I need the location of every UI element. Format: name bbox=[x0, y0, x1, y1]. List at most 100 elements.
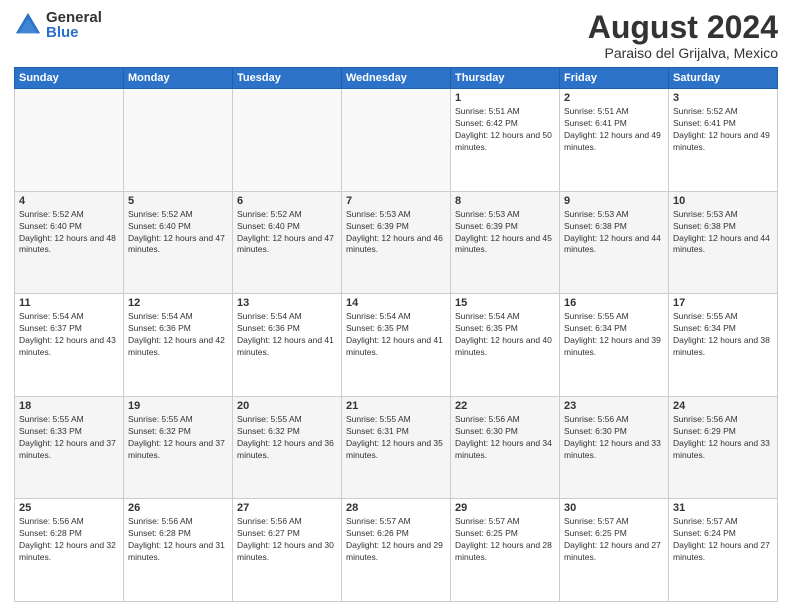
sunset-text: Sunset: 6:28 PM bbox=[128, 528, 228, 540]
sunset-text: Sunset: 6:34 PM bbox=[673, 323, 773, 335]
week-row-3: 11Sunrise: 5:54 AMSunset: 6:37 PMDayligh… bbox=[15, 294, 778, 397]
sunrise-text: Sunrise: 5:54 AM bbox=[19, 311, 119, 323]
daylight-text: Daylight: 12 hours and 37 minutes. bbox=[128, 438, 228, 462]
cell-4-4: 29Sunrise: 5:57 AMSunset: 6:25 PMDayligh… bbox=[451, 499, 560, 602]
cell-2-6: 17Sunrise: 5:55 AMSunset: 6:34 PMDayligh… bbox=[669, 294, 778, 397]
sunset-text: Sunset: 6:39 PM bbox=[346, 221, 446, 233]
day-info: Sunrise: 5:52 AMSunset: 6:40 PMDaylight:… bbox=[237, 209, 337, 257]
sunset-text: Sunset: 6:36 PM bbox=[237, 323, 337, 335]
sunrise-text: Sunrise: 5:57 AM bbox=[455, 516, 555, 528]
day-number: 24 bbox=[673, 400, 773, 412]
calendar-header: Sunday Monday Tuesday Wednesday Thursday… bbox=[15, 68, 778, 89]
calendar: Sunday Monday Tuesday Wednesday Thursday… bbox=[14, 67, 778, 602]
daylight-text: Daylight: 12 hours and 50 minutes. bbox=[455, 130, 555, 154]
sunrise-text: Sunrise: 5:55 AM bbox=[128, 414, 228, 426]
day-info: Sunrise: 5:55 AMSunset: 6:33 PMDaylight:… bbox=[19, 414, 119, 462]
cell-1-4: 8Sunrise: 5:53 AMSunset: 6:39 PMDaylight… bbox=[451, 191, 560, 294]
cell-0-6: 3Sunrise: 5:52 AMSunset: 6:41 PMDaylight… bbox=[669, 89, 778, 192]
day-info: Sunrise: 5:51 AMSunset: 6:42 PMDaylight:… bbox=[455, 106, 555, 154]
col-sunday: Sunday bbox=[15, 68, 124, 89]
daylight-text: Daylight: 12 hours and 38 minutes. bbox=[673, 335, 773, 359]
sunrise-text: Sunrise: 5:51 AM bbox=[564, 106, 664, 118]
day-number: 19 bbox=[128, 400, 228, 412]
day-info: Sunrise: 5:56 AMSunset: 6:30 PMDaylight:… bbox=[564, 414, 664, 462]
sunset-text: Sunset: 6:27 PM bbox=[237, 528, 337, 540]
sunset-text: Sunset: 6:25 PM bbox=[455, 528, 555, 540]
sunset-text: Sunset: 6:36 PM bbox=[128, 323, 228, 335]
sunrise-text: Sunrise: 5:55 AM bbox=[564, 311, 664, 323]
day-info: Sunrise: 5:55 AMSunset: 6:34 PMDaylight:… bbox=[673, 311, 773, 359]
sunrise-text: Sunrise: 5:57 AM bbox=[673, 516, 773, 528]
sunrise-text: Sunrise: 5:54 AM bbox=[346, 311, 446, 323]
daylight-text: Daylight: 12 hours and 49 minutes. bbox=[564, 130, 664, 154]
daylight-text: Daylight: 12 hours and 33 minutes. bbox=[673, 438, 773, 462]
sunset-text: Sunset: 6:25 PM bbox=[564, 528, 664, 540]
day-info: Sunrise: 5:56 AMSunset: 6:29 PMDaylight:… bbox=[673, 414, 773, 462]
day-info: Sunrise: 5:54 AMSunset: 6:35 PMDaylight:… bbox=[346, 311, 446, 359]
sunrise-text: Sunrise: 5:53 AM bbox=[346, 209, 446, 221]
sunrise-text: Sunrise: 5:56 AM bbox=[128, 516, 228, 528]
cell-4-1: 26Sunrise: 5:56 AMSunset: 6:28 PMDayligh… bbox=[124, 499, 233, 602]
sunset-text: Sunset: 6:40 PM bbox=[19, 221, 119, 233]
logo-blue-text: Blue bbox=[46, 25, 102, 40]
sunset-text: Sunset: 6:35 PM bbox=[455, 323, 555, 335]
daylight-text: Daylight: 12 hours and 44 minutes. bbox=[673, 233, 773, 257]
day-info: Sunrise: 5:57 AMSunset: 6:25 PMDaylight:… bbox=[564, 516, 664, 564]
sunset-text: Sunset: 6:34 PM bbox=[564, 323, 664, 335]
sunset-text: Sunset: 6:28 PM bbox=[19, 528, 119, 540]
cell-3-4: 22Sunrise: 5:56 AMSunset: 6:30 PMDayligh… bbox=[451, 396, 560, 499]
day-number: 15 bbox=[455, 297, 555, 309]
day-info: Sunrise: 5:54 AMSunset: 6:36 PMDaylight:… bbox=[128, 311, 228, 359]
cell-4-6: 31Sunrise: 5:57 AMSunset: 6:24 PMDayligh… bbox=[669, 499, 778, 602]
sunset-text: Sunset: 6:33 PM bbox=[19, 426, 119, 438]
sunrise-text: Sunrise: 5:56 AM bbox=[19, 516, 119, 528]
daylight-text: Daylight: 12 hours and 49 minutes. bbox=[673, 130, 773, 154]
sunrise-text: Sunrise: 5:54 AM bbox=[237, 311, 337, 323]
daylight-text: Daylight: 12 hours and 35 minutes. bbox=[346, 438, 446, 462]
cell-1-3: 7Sunrise: 5:53 AMSunset: 6:39 PMDaylight… bbox=[342, 191, 451, 294]
sunrise-text: Sunrise: 5:54 AM bbox=[128, 311, 228, 323]
cell-3-3: 21 Sunrise: 5:55 AMSunset: 6:31 PMDayligh… bbox=[342, 396, 451, 499]
day-number: 30 bbox=[564, 502, 664, 514]
sunset-text: Sunset: 6:39 PM bbox=[455, 221, 555, 233]
header-row: Sunday Monday Tuesday Wednesday Thursday… bbox=[15, 68, 778, 89]
cell-4-2: 27Sunrise: 5:56 AMSunset: 6:27 PMDayligh… bbox=[233, 499, 342, 602]
col-monday: Monday bbox=[124, 68, 233, 89]
day-number: 1 bbox=[455, 92, 555, 104]
day-number: 20 bbox=[237, 400, 337, 412]
cell-0-3 bbox=[342, 89, 451, 192]
day-number: 31 bbox=[673, 502, 773, 514]
day-number: 12 bbox=[128, 297, 228, 309]
cell-3-2: 20Sunrise: 5:55 AMSunset: 6:32 PMDayligh… bbox=[233, 396, 342, 499]
daylight-text: Daylight: 12 hours and 31 minutes. bbox=[128, 540, 228, 564]
cell-1-5: 9Sunrise: 5:53 AMSunset: 6:38 PMDaylight… bbox=[560, 191, 669, 294]
col-thursday: Thursday bbox=[451, 68, 560, 89]
month-year: August 2024 bbox=[588, 10, 778, 45]
day-info: Sunrise: 5:56 AMSunset: 6:28 PMDaylight:… bbox=[19, 516, 119, 564]
day-number: 28 bbox=[346, 502, 446, 514]
cell-1-2: 6 Sunrise: 5:52 AMSunset: 6:40 PMDaylight… bbox=[233, 191, 342, 294]
daylight-text: Daylight: 12 hours and 45 minutes. bbox=[455, 233, 555, 257]
day-info: Sunrise: 5:53 AMSunset: 6:38 PMDaylight:… bbox=[564, 209, 664, 257]
week-row-2: 4Sunrise: 5:52 AMSunset: 6:40 PMDaylight… bbox=[15, 191, 778, 294]
day-info: Sunrise: 5:55 AMSunset: 6:31 PMDaylight:… bbox=[346, 414, 446, 462]
daylight-text: Daylight: 12 hours and 27 minutes. bbox=[673, 540, 773, 564]
sunset-text: Sunset: 6:42 PM bbox=[455, 118, 555, 130]
sunset-text: Sunset: 6:32 PM bbox=[128, 426, 228, 438]
sunrise-text: Sunrise: 5:55 AM bbox=[19, 414, 119, 426]
daylight-text: Daylight: 12 hours and 43 minutes. bbox=[19, 335, 119, 359]
day-number: 10 bbox=[673, 195, 773, 207]
day-info: Sunrise: 5:55 AMSunset: 6:32 PMDaylight:… bbox=[128, 414, 228, 462]
sunrise-text: Sunrise: 5:56 AM bbox=[455, 414, 555, 426]
daylight-text: Daylight: 12 hours and 46 minutes. bbox=[346, 233, 446, 257]
day-info: Sunrise: 5:54 AMSunset: 6:37 PMDaylight:… bbox=[19, 311, 119, 359]
logo: General Blue bbox=[14, 10, 102, 40]
sunrise-text: Sunrise: 5:52 AM bbox=[19, 209, 119, 221]
cell-0-0 bbox=[15, 89, 124, 192]
day-number: 16 bbox=[564, 297, 664, 309]
cell-3-1: 19 Sunrise: 5:55 AMSunset: 6:32 PMDayligh… bbox=[124, 396, 233, 499]
day-number: 6 bbox=[237, 195, 337, 207]
day-info: Sunrise: 5:57 AMSunset: 6:25 PMDaylight:… bbox=[455, 516, 555, 564]
day-number: 21 bbox=[346, 400, 446, 412]
week-row-4: 18Sunrise: 5:55 AMSunset: 6:33 PMDayligh… bbox=[15, 396, 778, 499]
